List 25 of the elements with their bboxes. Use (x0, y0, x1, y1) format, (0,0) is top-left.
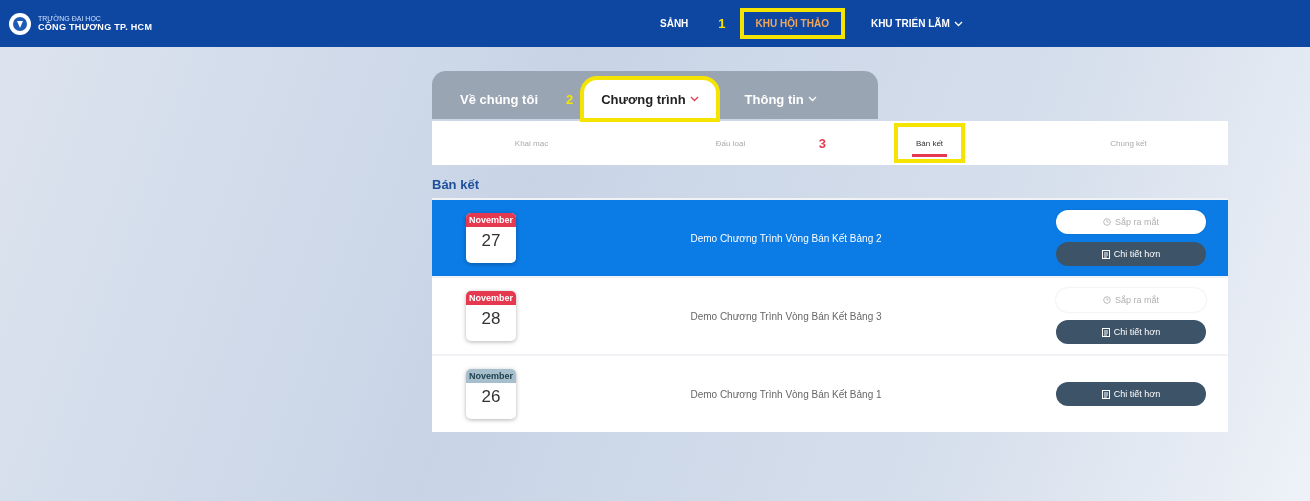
annotation-number: 1 (718, 16, 726, 31)
event-title: Demo Chương Trình Vòng Bán Kết Bảng 2 (689, 232, 883, 244)
document-icon (1101, 249, 1110, 259)
logo-icon (8, 11, 32, 36)
calendar-icon: November 26 (466, 369, 516, 419)
subtab[interactable]: Bán kết (893, 123, 966, 163)
event-row[interactable]: November 27 Demo Chương Trình Vòng Bán Kết Bảng 2 Sắp ra mắt Chi tiết hơn (432, 198, 1228, 276)
nav-link[interactable]: KHU TRIỂN LÃM (858, 12, 975, 35)
annotation-number: 2 (566, 91, 574, 107)
document-icon (1101, 327, 1110, 337)
clock-icon (1103, 296, 1111, 304)
document-icon (1101, 389, 1110, 399)
clock-icon (1103, 218, 1111, 226)
details-button[interactable]: Chi tiết hơn (1056, 320, 1206, 344)
nav-link[interactable]: SẢNH (648, 12, 701, 35)
calendar-icon: November 27 (466, 213, 516, 263)
event-title: Demo Chương Trình Vòng Bán Kết Bảng 1 (689, 388, 883, 400)
details-button[interactable]: Chi tiết hơn (1056, 242, 1206, 266)
logo-title: CÔNG THƯƠNG TP. HCM (38, 22, 153, 32)
section-title: Bán kết (432, 177, 480, 192)
details-button[interactable]: Chi tiết hơn (1056, 382, 1206, 406)
annotation-number: 3 (818, 135, 826, 151)
tab[interactable]: Chương trình (583, 79, 717, 119)
calendar-icon: November 28 (466, 291, 516, 341)
event-title: Demo Chương Trình Vòng Bán Kết Bảng 3 (689, 310, 883, 322)
